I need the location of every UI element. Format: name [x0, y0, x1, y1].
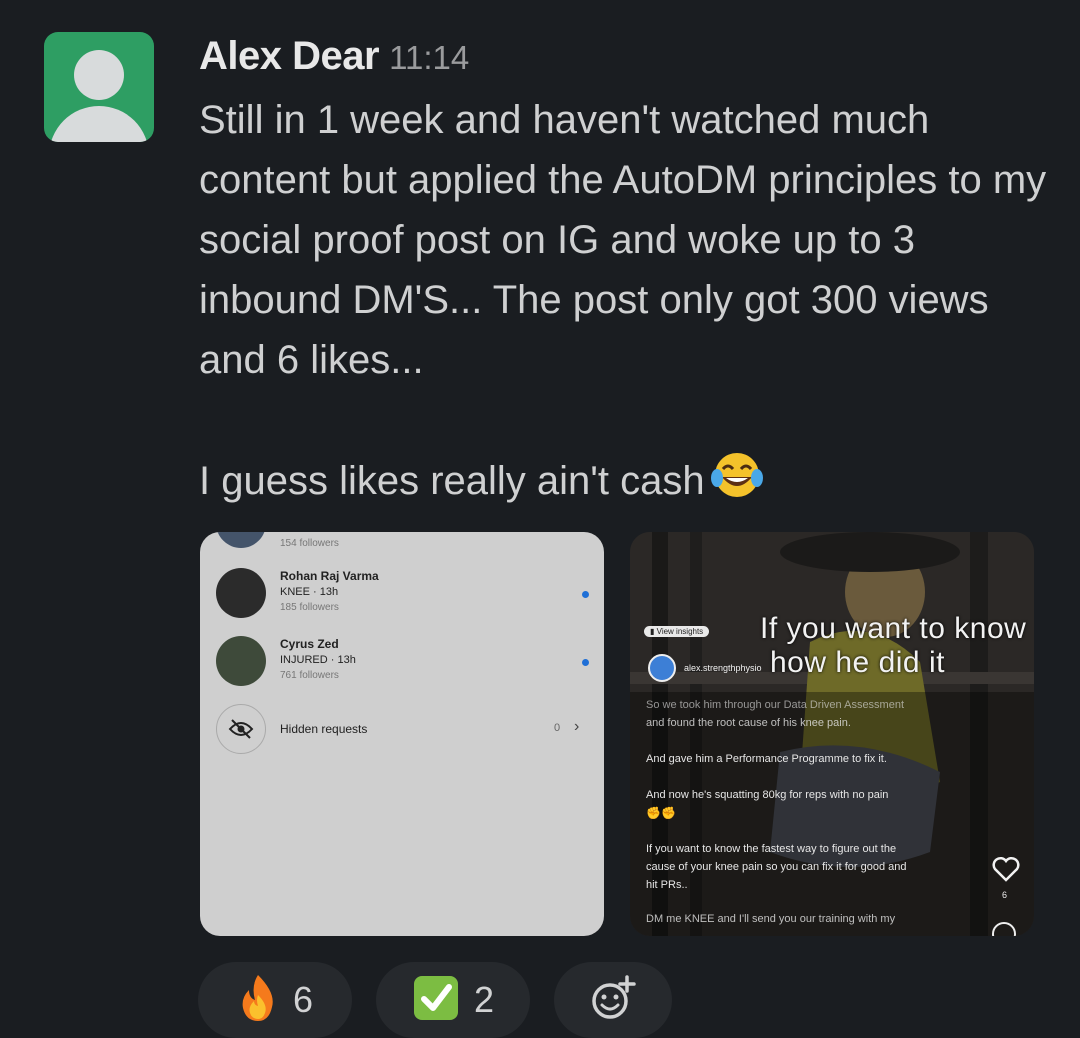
reel-caption-line: hit PRs.. [646, 879, 688, 891]
hidden-requests-row[interactable]: Hidden requests [216, 704, 367, 754]
view-insights-label: View insights [656, 627, 704, 636]
dm-sender-name: Rohan Raj Varma [280, 569, 379, 583]
reel-username: alex.strengthphysio [684, 663, 762, 673]
avatar-body-shape [49, 106, 149, 142]
reel-overlay-title-line-2: how he did it [770, 646, 945, 679]
reel-caption: So we took him through our Data Driven A… [646, 696, 986, 928]
eye-slash-icon [216, 704, 266, 754]
message-paragraph-1: Still in 1 week and haven't watched much… [199, 98, 1047, 382]
reel-caption-line: DM me KNEE and I'll send you our trainin… [646, 913, 896, 925]
author-name[interactable]: Alex Dear [199, 34, 380, 78]
check-mark-button-emoji [412, 974, 460, 1027]
bar-chart-icon: ▮ [650, 627, 655, 636]
dm-request-text: Rohan Raj Varma KNEE · 13h 185 followers [280, 568, 379, 618]
reel-caption-line: And now he's squatting 80kg for reps wit… [646, 789, 889, 801]
hidden-requests-label: Hidden requests [280, 722, 368, 736]
avatar-head-shape [74, 50, 124, 100]
message-header: Alex Dear 11:14 [199, 34, 469, 79]
dm-sender-name: Cyrus Zed [280, 637, 339, 651]
reel-caption-line: And gave him a Performance Programme to … [646, 753, 887, 765]
dm-avatar [216, 636, 266, 686]
dm-top-partial: 154 followers [216, 532, 339, 549]
image-attachment-reel[interactable]: If you want to know how he did it ▮ View… [630, 532, 1034, 936]
dm-avatar [216, 532, 266, 548]
reel-overlay-title: If you want to know how he did it [760, 612, 1026, 680]
hidden-requests-count: 0 [554, 722, 561, 734]
message-paragraph-2-text: I guess likes really ain't cash [199, 459, 705, 503]
message-body: Still in 1 week and haven't watched much… [199, 90, 1059, 511]
like-count: 6 [1002, 890, 1008, 900]
dm-request-row[interactable]: Rohan Raj Varma KNEE · 13h 185 followers [216, 568, 379, 618]
view-insights-button[interactable]: ▮ View insights [644, 626, 710, 637]
muscle-emoji: ✊✊ [646, 806, 676, 820]
reel-caption-line: If you want to know the fastest way to f… [646, 843, 897, 855]
heart-icon[interactable] [992, 856, 1020, 887]
dm-keyword: INJURED [280, 654, 328, 666]
dm-time-ago: 13h [319, 586, 339, 598]
dm-message-line: INJURED · 13h [280, 654, 356, 666]
add-reaction-icon [590, 974, 636, 1026]
fire-emoji [237, 973, 279, 1028]
dm-followers: 185 followers [280, 602, 339, 613]
user-avatar[interactable] [44, 32, 154, 142]
reel-author-avatar [648, 654, 676, 682]
dm-followers-top: 154 followers [280, 538, 339, 549]
reel-caption-line: cause of your knee pain so you can fix i… [646, 861, 907, 873]
dm-followers: 761 followers [280, 670, 339, 681]
face-with-tears-of-joy-emoji [710, 450, 763, 500]
message-timestamp[interactable]: 11:14 [389, 39, 469, 76]
dm-request-row[interactable]: Cyrus Zed INJURED · 13h 761 followers [216, 636, 356, 686]
message-paragraph-2: I guess likes really ain't cash [199, 450, 1059, 511]
unread-dot [582, 659, 589, 666]
unread-dot [582, 591, 589, 598]
image-attachment-dm-requests[interactable]: 154 followers Rohan Raj Varma KNEE · 13h… [200, 532, 604, 936]
reel-author: alex.strengthphysio [648, 654, 762, 682]
dm-avatar [216, 568, 266, 618]
reel-caption-line: So we took him through our Data Driven A… [646, 699, 905, 711]
reel-caption-line: and found the root cause of his knee pai… [646, 717, 851, 729]
dm-time-ago: 13h [337, 654, 356, 666]
dm-request-text: Cyrus Zed INJURED · 13h 761 followers [280, 636, 356, 686]
dm-message-line: KNEE · 13h [280, 586, 339, 598]
dm-keyword: KNEE [280, 586, 310, 598]
chevron-right-icon: › [574, 718, 580, 735]
reel-overlay-title-line-1: If you want to know [760, 612, 1027, 645]
reaction-count: 2 [473, 979, 495, 1020]
reaction-count: 6 [292, 979, 314, 1020]
